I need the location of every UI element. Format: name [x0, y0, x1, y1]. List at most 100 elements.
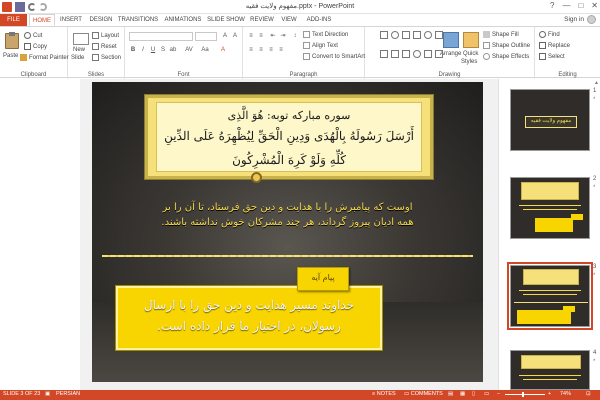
slide-counter[interactable]: SLIDE 3 OF 23: [3, 391, 40, 397]
increase-indent-icon[interactable]: ⇥: [279, 32, 287, 40]
underline-icon[interactable]: U: [149, 46, 157, 54]
slide-thumbnail-2[interactable]: [510, 177, 590, 239]
copy-button[interactable]: Copy: [24, 43, 47, 50]
paste-button[interactable]: Paste: [3, 53, 18, 59]
minimize-icon[interactable]: —: [562, 1, 570, 10]
sign-in[interactable]: Sign in: [564, 15, 596, 24]
normal-view-icon[interactable]: ▤: [448, 391, 453, 397]
zoom-slider[interactable]: [505, 394, 545, 395]
grow-font-icon[interactable]: A: [221, 32, 229, 40]
zoom-in-icon[interactable]: +: [548, 391, 551, 397]
help-icon[interactable]: ?: [550, 1, 554, 10]
tab-design[interactable]: DESIGN: [87, 14, 115, 26]
paste-icon[interactable]: [5, 32, 19, 49]
italic-icon[interactable]: I: [139, 46, 147, 54]
new-slide-icon[interactable]: [73, 33, 89, 45]
tab-insert[interactable]: INSERT: [57, 14, 85, 26]
numbering-icon[interactable]: ≡: [257, 32, 265, 40]
find-button[interactable]: Find: [539, 31, 560, 38]
tab-view[interactable]: VIEW: [278, 14, 300, 26]
close-icon[interactable]: ✕: [591, 1, 598, 10]
shrink-font-icon[interactable]: A: [231, 32, 239, 40]
line-spacing-icon[interactable]: ↕: [291, 32, 299, 40]
tab-review[interactable]: REVIEW: [248, 14, 276, 26]
tab-file[interactable]: FILE: [0, 14, 27, 26]
rectangle-shape-icon[interactable]: [380, 31, 388, 39]
bracket-shape-icon[interactable]: [435, 50, 443, 58]
bold-icon[interactable]: B: [129, 46, 137, 54]
bullets-icon[interactable]: ≡: [247, 32, 255, 40]
shapes-gallery[interactable]: [380, 31, 443, 67]
tab-transitions[interactable]: TRANSITIONS: [117, 14, 159, 26]
quick-styles-button-line2[interactable]: Styles: [461, 59, 477, 65]
shape-outline-button[interactable]: Shape Outline: [483, 42, 530, 49]
slide-thumbnail-4[interactable]: [510, 350, 590, 390]
arrange-icon[interactable]: [443, 32, 459, 48]
scroll-up-icon[interactable]: ▲: [594, 80, 599, 86]
thumb-star-1: *: [593, 97, 596, 103]
fit-slide-icon[interactable]: ⊡: [586, 391, 591, 397]
slide-thumbnail-1[interactable]: مفهوم ولایت فقیه: [510, 89, 590, 151]
zoom-level[interactable]: 74%: [560, 391, 571, 397]
cut-button[interactable]: Cut: [24, 32, 42, 39]
reading-view-icon[interactable]: ▯: [472, 391, 475, 397]
notes-button[interactable]: ≡ NOTES: [372, 391, 396, 397]
justify-icon[interactable]: ≡: [277, 46, 285, 54]
slide-thumbnail-3[interactable]: [507, 262, 593, 330]
shape-fill-button[interactable]: Shape Fill: [483, 31, 519, 38]
oval-shape-icon[interactable]: [391, 31, 399, 39]
decrease-indent-icon[interactable]: ⇤: [269, 32, 277, 40]
slideshow-icon[interactable]: ▭: [484, 391, 489, 397]
tab-animations[interactable]: ANIMATIONS: [162, 14, 204, 26]
select-button[interactable]: Select: [539, 53, 565, 60]
textbox-shape-icon[interactable]: [380, 50, 388, 58]
character-spacing-icon[interactable]: AV: [185, 46, 193, 54]
font-name-field[interactable]: [129, 32, 193, 41]
quick-styles-button[interactable]: Quick: [463, 51, 478, 57]
shape-effects-button[interactable]: Shape Effects: [483, 53, 529, 60]
comments-button[interactable]: ▭ COMMENTS: [404, 391, 443, 397]
maximize-icon[interactable]: □: [578, 1, 583, 10]
verse-translation[interactable]: اوست که پیامبرش را با هدایت و دین حق فرس…: [110, 200, 465, 230]
rounded-rect-shape-icon[interactable]: [391, 50, 399, 58]
font-color-icon[interactable]: A: [219, 46, 227, 54]
tab-slide-show[interactable]: SLIDE SHOW: [207, 14, 245, 26]
message-box[interactable]: خداوند مسیر هدایت و دین حق را با ارسال ر…: [116, 286, 382, 350]
replace-button[interactable]: Replace: [539, 42, 570, 49]
align-right-icon[interactable]: ≡: [267, 46, 275, 54]
arrange-button[interactable]: Arrange: [440, 51, 461, 57]
tab-add-ins[interactable]: ADD-INS: [303, 14, 335, 26]
language-indicator[interactable]: PERSIAN: [56, 391, 80, 397]
spellcheck-icon[interactable]: ▣: [45, 391, 50, 397]
align-center-icon[interactable]: ≡: [257, 46, 265, 54]
circle-shape-icon[interactable]: [424, 31, 432, 39]
convert-smartart-button[interactable]: Convert to SmartArt: [303, 53, 365, 60]
strikethrough-icon[interactable]: ab: [169, 46, 177, 54]
chevron-shape-icon[interactable]: [402, 50, 410, 58]
text-direction-button[interactable]: Text Direction: [303, 31, 348, 38]
message-tag[interactable]: پیام آیه: [297, 267, 349, 291]
brace-shape-icon[interactable]: [424, 50, 432, 58]
change-case-icon[interactable]: Aa: [201, 46, 209, 54]
layout-button[interactable]: Layout: [92, 32, 119, 39]
current-slide[interactable]: سوره مبارکه توبه: هُوَ الَّذِی أَرْسَلَ …: [92, 82, 483, 382]
line-shape-icon[interactable]: [402, 31, 410, 39]
slide-sorter-icon[interactable]: ▦: [460, 391, 465, 397]
new-slide-button[interactable]: New: [73, 47, 85, 53]
shadow-icon[interactable]: S: [159, 46, 167, 54]
new-slide-button-line2[interactable]: Slide: [71, 55, 84, 61]
align-text-button[interactable]: Align Text: [303, 42, 338, 49]
font-size-field[interactable]: [195, 32, 217, 41]
star-shape-icon[interactable]: [413, 50, 421, 58]
verse-box[interactable]: سوره مبارکه توبه: هُوَ الَّذِی أَرْسَلَ …: [145, 95, 433, 183]
format-painter-button[interactable]: Format Painter: [20, 54, 69, 61]
zoom-slider-thumb[interactable]: [522, 392, 524, 397]
quick-styles-icon[interactable]: [463, 32, 479, 48]
reset-button[interactable]: Reset: [92, 43, 117, 50]
align-left-icon[interactable]: ≡: [247, 46, 255, 54]
triangle-shape-icon[interactable]: [435, 31, 443, 39]
tab-home[interactable]: HOME: [29, 14, 55, 26]
zoom-out-icon[interactable]: −: [497, 391, 500, 397]
section-button[interactable]: Section: [92, 54, 121, 61]
arrow-shape-icon[interactable]: [413, 31, 421, 39]
